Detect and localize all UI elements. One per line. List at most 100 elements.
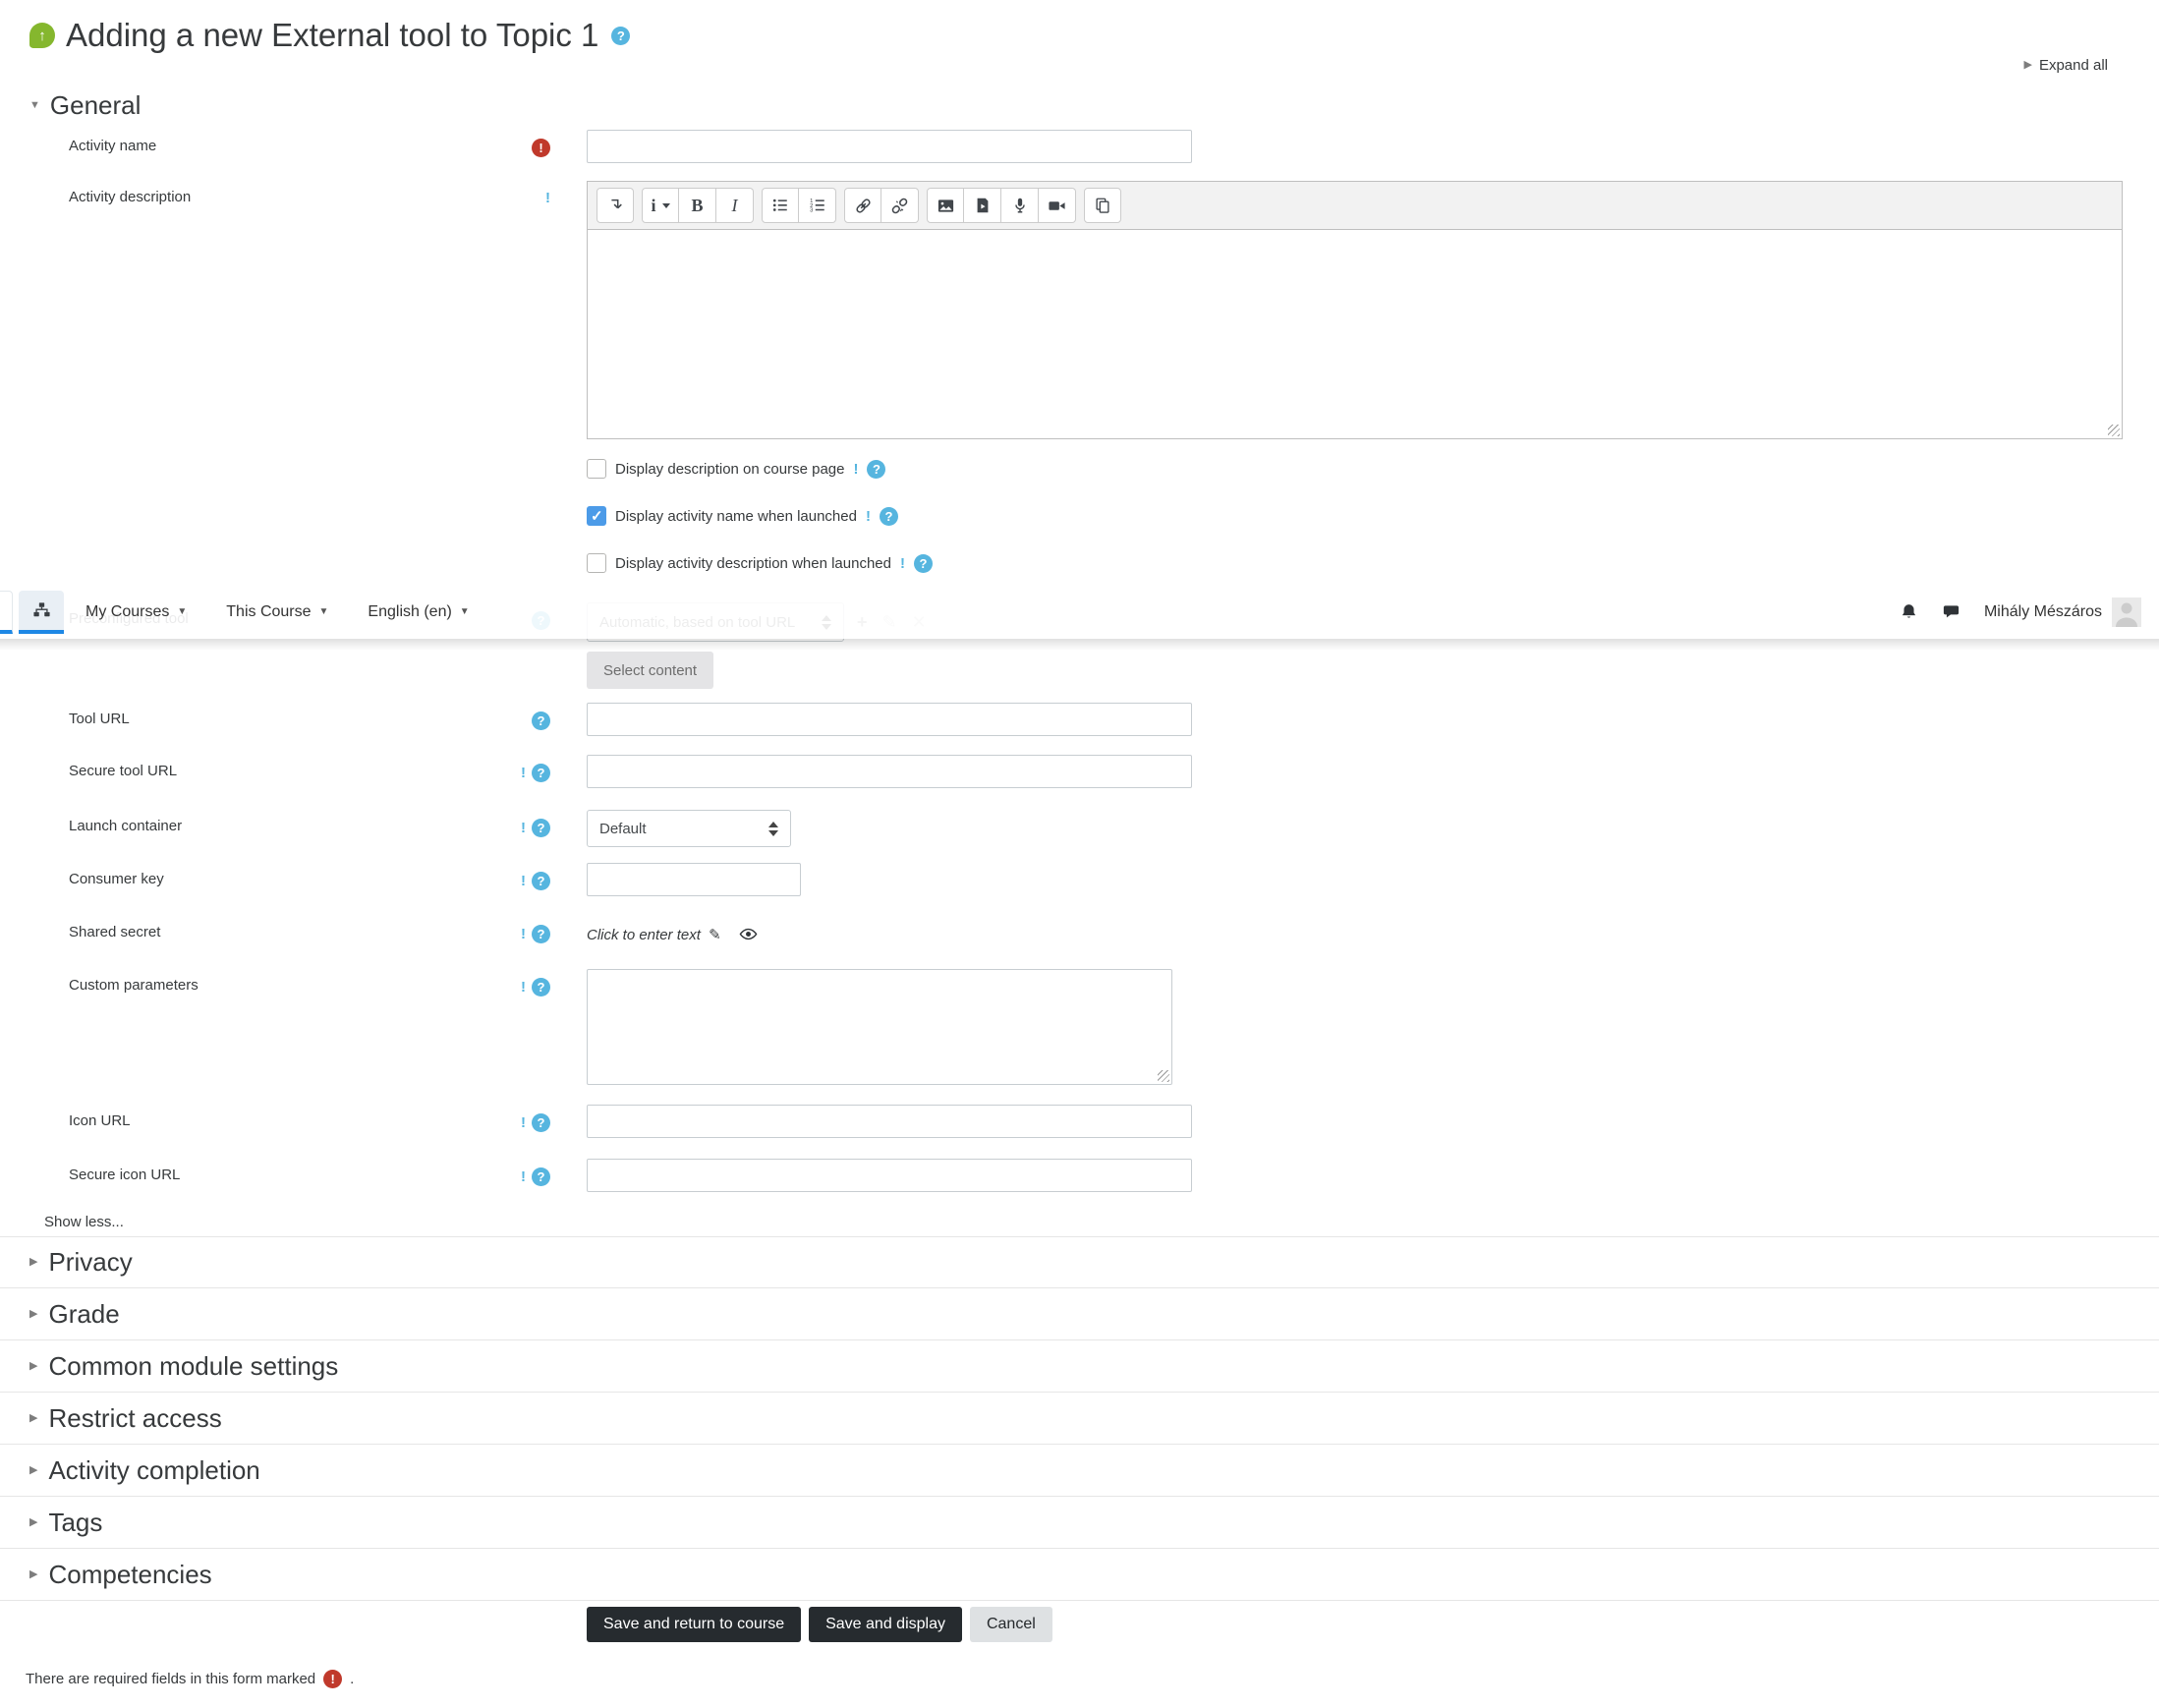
paragraph-styles-dropdown[interactable]: i [642, 188, 679, 223]
cancel-button[interactable]: Cancel [969, 1607, 1052, 1642]
page-title: Adding a new External tool to Topic 1 [66, 17, 599, 53]
help-icon[interactable]: ? [532, 925, 550, 943]
help-icon[interactable]: ? [532, 764, 550, 782]
section-activity-completion[interactable]: ▶ Activity completion [0, 1445, 2159, 1497]
help-icon[interactable]: ? [532, 872, 550, 890]
custom-parameters-textarea[interactable] [587, 969, 1172, 1085]
row-activity-description: Activity description ! i B I 1 2 3 [0, 181, 2159, 439]
collapsed-sections: ▶ Privacy ▶ Grade ▶ Common module settin… [0, 1236, 2159, 1601]
collapse-toolbar-icon[interactable] [597, 188, 634, 223]
select-content-button[interactable]: Select content [587, 652, 714, 689]
help-icon[interactable]: ? [532, 712, 550, 730]
secure-icon-url-label: Secure icon URL [69, 1167, 181, 1183]
eye-icon[interactable] [739, 925, 758, 943]
italic-icon: I [731, 195, 738, 215]
sitemap-tab[interactable] [19, 590, 64, 634]
launch-container-label: Launch container [69, 818, 183, 834]
help-icon[interactable]: ? [532, 1113, 550, 1132]
launch-container-select[interactable]: Default [587, 810, 791, 847]
help-icon[interactable]: ? [913, 553, 933, 573]
checkbox[interactable] [587, 553, 606, 573]
link-icon[interactable] [844, 188, 881, 223]
chevron-right-icon: ▶ [29, 1567, 38, 1580]
advanced-icon: ! [853, 460, 859, 478]
help-icon[interactable]: ? [611, 26, 631, 45]
section-title: Tags [48, 1507, 103, 1537]
row-secure-icon-url: Secure icon URL ! ? [0, 1159, 2159, 1192]
section-competencies[interactable]: ▶ Competencies [0, 1549, 2159, 1601]
shared-secret-placeholder-text: Click to enter text [587, 926, 701, 943]
bold-button[interactable]: B [679, 188, 716, 223]
required-icon: ! [532, 139, 550, 157]
checkbox-row-display-activity-name[interactable]: Display activity name when launched ! ? [587, 502, 2159, 530]
section-restrict-access[interactable]: ▶ Restrict access [0, 1393, 2159, 1445]
shared-secret-placeholder[interactable]: Click to enter text ✎ [587, 926, 721, 943]
row-shared-secret: Shared secret ! ? Click to enter text ✎ [0, 916, 2159, 943]
left-edge-tab[interactable] [0, 590, 13, 634]
section-privacy[interactable]: ▶ Privacy [0, 1236, 2159, 1288]
save-return-button[interactable]: Save and return to course [587, 1607, 802, 1642]
styles-icon: i [651, 195, 656, 215]
record-audio-icon[interactable] [1001, 188, 1039, 223]
help-icon[interactable]: ? [532, 978, 550, 996]
section-title: Competencies [48, 1559, 212, 1589]
nav-menu-this-course[interactable]: This Course ▼ [226, 603, 328, 621]
section-title: Common module settings [48, 1350, 339, 1381]
checkbox-row-display-description[interactable]: Display description on course page ! ? [587, 455, 2159, 483]
row-icon-url: Icon URL ! ? [0, 1105, 2159, 1138]
notifications-bell-icon[interactable] [1900, 602, 1918, 621]
section-title: Restrict access [48, 1402, 222, 1433]
help-icon[interactable]: ? [532, 1167, 550, 1186]
section-general-title: General [49, 89, 142, 120]
unlink-icon[interactable] [881, 188, 919, 223]
icon-url-input[interactable] [587, 1105, 1192, 1138]
chevron-right-icon: ▶ [29, 1411, 38, 1424]
advanced-icon: ! [521, 873, 526, 889]
resize-handle[interactable] [2108, 425, 2120, 436]
checkbox-row-display-activity-description[interactable]: Display activity description when launch… [587, 549, 2159, 577]
required-icon: ! [323, 1670, 343, 1688]
ordered-list-button[interactable]: 123 [799, 188, 836, 223]
insert-image-icon[interactable] [927, 188, 964, 223]
unordered-list-button[interactable] [762, 188, 799, 223]
italic-button[interactable]: I [716, 188, 754, 223]
expand-all-label: Expand all [2038, 57, 2108, 74]
help-icon[interactable]: ? [867, 459, 886, 479]
avatar[interactable] [2112, 597, 2141, 627]
section-general-heading[interactable]: ▼ General [29, 88, 2159, 122]
checkbox[interactable] [587, 459, 606, 479]
show-less-link[interactable]: Show less... [44, 1214, 2159, 1230]
advanced-icon: ! [521, 820, 526, 836]
insert-media-icon[interactable] [964, 188, 1001, 223]
section-common-module-settings[interactable]: ▶ Common module settings [0, 1340, 2159, 1393]
row-custom-parameters: Custom parameters ! ? [0, 969, 2159, 1089]
activity-name-input[interactable] [587, 130, 1192, 163]
help-icon[interactable]: ? [879, 506, 898, 526]
messages-chat-icon[interactable] [1942, 602, 1960, 621]
user-menu[interactable]: Mihály Mészáros [1984, 597, 2141, 627]
expand-all-link[interactable]: ▶ Expand all [2023, 57, 2108, 74]
section-tags[interactable]: ▶ Tags [0, 1497, 2159, 1549]
required-note-text: There are required fields in this form m… [26, 1671, 316, 1687]
svg-text:3: 3 [810, 207, 813, 213]
checkbox[interactable] [587, 506, 606, 526]
record-video-icon[interactable] [1039, 188, 1076, 223]
section-grade[interactable]: ▶ Grade [0, 1288, 2159, 1340]
consumer-key-input[interactable] [587, 863, 801, 896]
secure-icon-url-input[interactable] [587, 1159, 1192, 1192]
save-display-button[interactable]: Save and display [809, 1607, 962, 1642]
nav-menu-my-courses[interactable]: My Courses ▼ [85, 603, 187, 621]
resize-handle[interactable] [1158, 1070, 1169, 1082]
advanced-icon: ! [865, 507, 871, 525]
secure-tool-url-input[interactable] [587, 755, 1192, 788]
help-icon[interactable]: ? [532, 819, 550, 837]
row-secure-tool-url: Secure tool URL ! ? [0, 755, 2159, 788]
advanced-icon: ! [521, 979, 526, 996]
nav-menu-language[interactable]: English (en) ▼ [368, 603, 469, 621]
tool-url-input[interactable] [587, 703, 1192, 736]
description-editor-textarea[interactable] [587, 230, 2123, 439]
chevron-right-icon: ▶ [29, 1256, 38, 1268]
manage-files-icon[interactable] [1084, 188, 1121, 223]
secure-tool-url-label: Secure tool URL [69, 763, 178, 779]
row-tool-url: Tool URL ? [0, 703, 2159, 736]
